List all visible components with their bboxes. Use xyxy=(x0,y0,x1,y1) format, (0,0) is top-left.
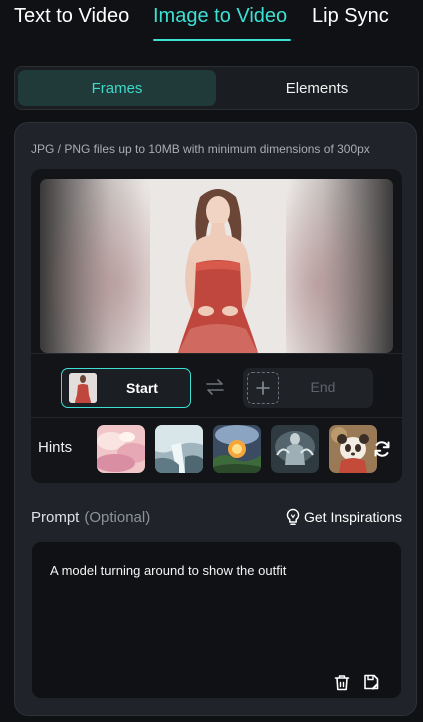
prompt-title: Prompt xyxy=(31,509,80,526)
swap-frames-icon[interactable] xyxy=(205,377,225,397)
hints-label: Hints xyxy=(38,439,73,456)
hint-thumbnail-panda[interactable] xyxy=(329,425,377,473)
trash-icon[interactable] xyxy=(334,674,350,691)
mode-tabs: Text to Video Image to Video Lip Sync xyxy=(0,0,423,44)
hints-row: Hints xyxy=(31,421,402,477)
refresh-hints-icon[interactable] xyxy=(372,439,392,459)
hint-thumbnail-icy-waterfall[interactable] xyxy=(155,425,203,473)
preview-divider xyxy=(31,353,402,354)
uploaded-photo xyxy=(150,179,286,353)
add-end-frame-icon xyxy=(247,372,279,404)
end-frame-label: End xyxy=(310,379,336,395)
upload-requirements: JPG / PNG files up to 10MB with minimum … xyxy=(31,142,370,156)
tab-text-to-video[interactable]: Text to Video xyxy=(14,5,129,28)
start-frame-button[interactable]: Start xyxy=(61,368,191,408)
tab-image-to-video[interactable]: Image to Video xyxy=(153,5,287,28)
frames-elements-switch: Frames Elements xyxy=(14,66,419,110)
lightbulb-icon xyxy=(286,508,300,526)
prompt-textarea[interactable]: A model turning around to show the outfi… xyxy=(31,541,402,699)
hints-divider xyxy=(31,417,402,418)
hint-thumbnail-glowing-landscape[interactable] xyxy=(213,425,261,473)
frame-selector: Start End xyxy=(31,361,402,413)
prompt-label: Prompt (Optional) xyxy=(31,509,150,526)
prompt-optional-tag: (Optional) xyxy=(84,509,151,526)
start-frame-label: Start xyxy=(126,380,158,396)
preview-blur-left xyxy=(40,179,150,353)
image-to-video-panel: JPG / PNG files up to 10MB with minimum … xyxy=(14,122,417,716)
save-draft-icon[interactable] xyxy=(363,674,379,690)
start-frame-thumbnail xyxy=(69,373,97,403)
get-inspirations-button[interactable]: Get Inspirations xyxy=(285,507,402,527)
frames-button[interactable]: Frames xyxy=(18,70,216,106)
active-tab-underline xyxy=(153,39,291,41)
elements-button[interactable]: Elements xyxy=(218,70,416,106)
hint-thumbnail-pink-clouds[interactable] xyxy=(97,425,145,473)
prompt-text: A model turning around to show the outfi… xyxy=(50,563,287,578)
tab-lip-sync[interactable]: Lip Sync xyxy=(312,5,389,28)
preview-blur-right xyxy=(283,179,393,353)
get-inspirations-label: Get Inspirations xyxy=(304,509,403,525)
upload-card: Start End Hints xyxy=(31,169,402,483)
image-preview[interactable] xyxy=(40,179,393,353)
end-frame-button[interactable]: End xyxy=(243,368,373,408)
hint-thumbnail-misty-figure[interactable] xyxy=(271,425,319,473)
